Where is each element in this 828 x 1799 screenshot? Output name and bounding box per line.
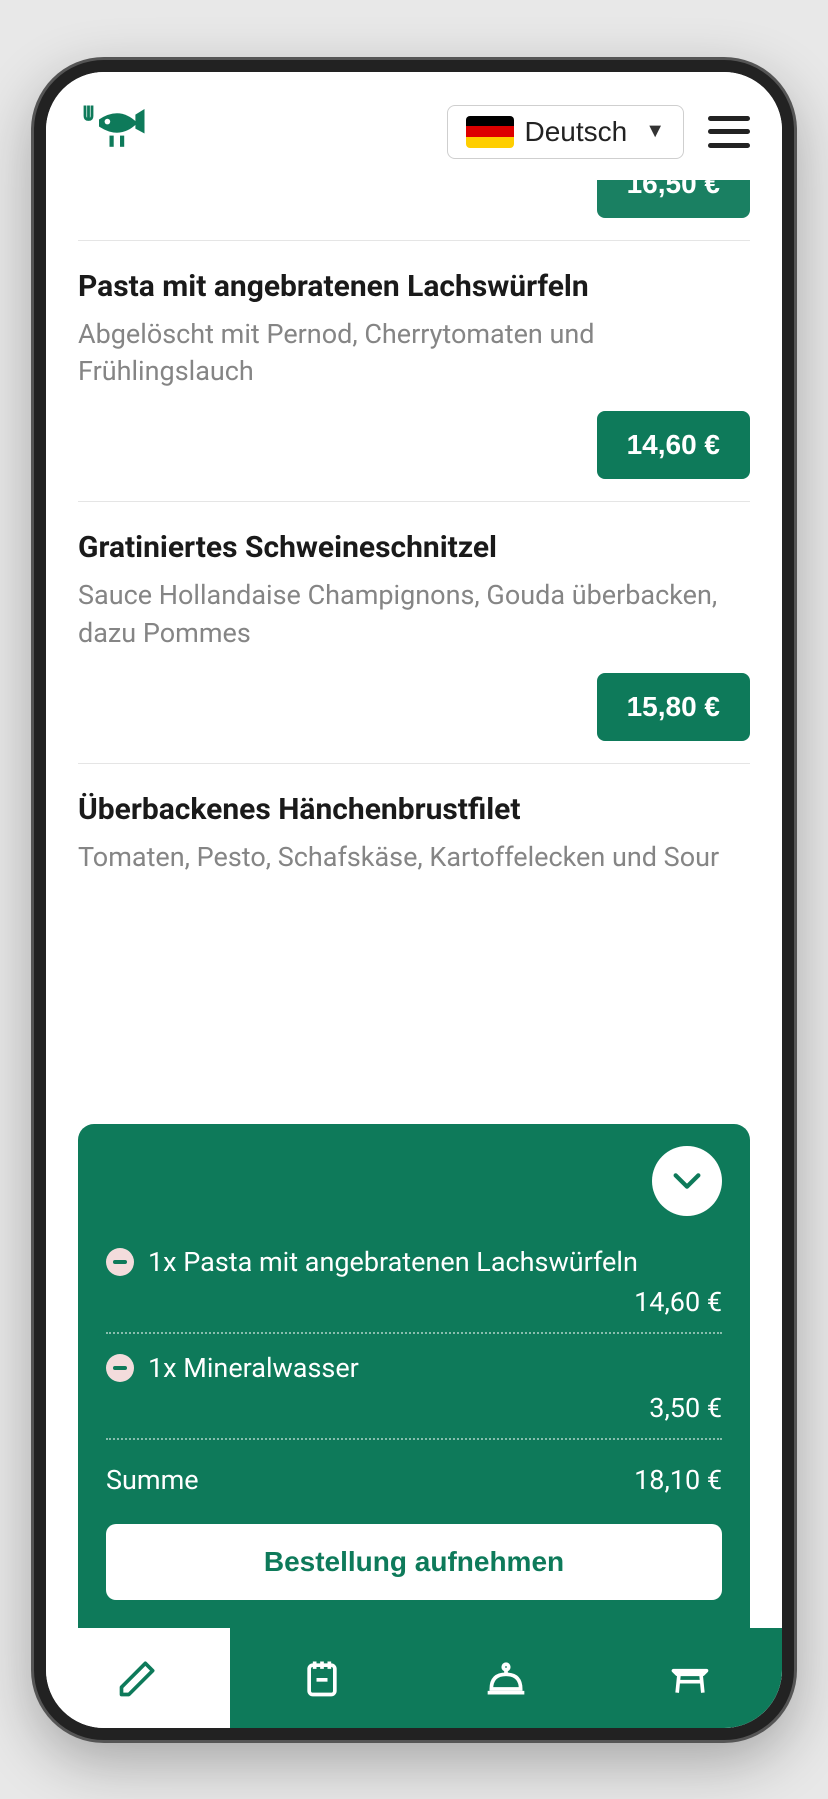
price-button-partial[interactable]: 16,50 € xyxy=(597,180,750,218)
cart-line: 1x Mineralwasser 3,50 € xyxy=(106,1352,722,1440)
cart-total-value: 18,10 € xyxy=(634,1464,722,1496)
app-logo xyxy=(78,100,148,164)
nav-edit[interactable] xyxy=(46,1628,230,1728)
menu-item-desc: Sauce Hollandaise Champignons, Gouda übe… xyxy=(78,577,750,653)
nav-service[interactable] xyxy=(414,1628,598,1728)
cart-collapse-button[interactable] xyxy=(652,1146,722,1216)
chevron-down-icon xyxy=(670,1164,704,1198)
menu-item-title: Überbackenes Hänchenbrustfilet xyxy=(78,792,750,827)
price-button[interactable]: 15,80 € xyxy=(597,673,750,741)
menu-item: Überbackenes Hänchenbrustfilet Tomaten, … xyxy=(78,764,750,919)
cart-panel: 1x Pasta mit angebratenen Lachswürfeln 1… xyxy=(78,1124,750,1628)
remove-item-button[interactable] xyxy=(106,1354,134,1382)
remove-item-button[interactable] xyxy=(106,1248,134,1276)
language-selector[interactable]: Deutsch ▼ xyxy=(447,105,684,159)
header-right: Deutsch ▼ xyxy=(447,105,750,159)
nav-notes[interactable] xyxy=(230,1628,414,1728)
cart-total-row: Summe 18,10 € xyxy=(106,1464,722,1496)
menu-list: 16,50 € Pasta mit angebratenen Lachswürf… xyxy=(46,180,782,919)
cart-lines: 1x Pasta mit angebratenen Lachswürfeln 1… xyxy=(106,1246,722,1440)
notepad-icon xyxy=(300,1656,344,1700)
menu-item-partial: 16,50 € xyxy=(78,180,750,241)
order-button[interactable]: Bestellung aufnehmen xyxy=(106,1524,722,1600)
cart-line: 1x Pasta mit angebratenen Lachswürfeln 1… xyxy=(106,1246,722,1334)
bottom-nav xyxy=(46,1628,782,1728)
chevron-down-icon: ▼ xyxy=(645,120,665,143)
cart-line-label: 1x Mineralwasser xyxy=(148,1352,359,1384)
content-area: 16,50 € Pasta mit angebratenen Lachswürf… xyxy=(46,180,782,1628)
menu-item: Gratiniertes Schweineschnitzel Sauce Hol… xyxy=(78,502,750,764)
language-label: Deutsch xyxy=(524,116,627,148)
table-icon xyxy=(668,1656,712,1700)
price-button[interactable]: 14,60 € xyxy=(597,411,750,479)
menu-icon[interactable] xyxy=(708,116,750,148)
header: Deutsch ▼ xyxy=(46,72,782,180)
german-flag-icon xyxy=(466,116,514,148)
cart-line-label: 1x Pasta mit angebratenen Lachswürfeln xyxy=(148,1246,638,1278)
pencil-icon xyxy=(116,1656,160,1700)
nav-table[interactable] xyxy=(598,1628,782,1728)
cart-line-price: 3,50 € xyxy=(106,1392,722,1424)
menu-item-desc: Abgelöscht mit Pernod, Cherrytomaten und… xyxy=(78,316,750,392)
cart-total-label: Summe xyxy=(106,1464,199,1496)
cart-line-price: 14,60 € xyxy=(106,1286,722,1318)
menu-item: Pasta mit angebratenen Lachswürfeln Abge… xyxy=(78,241,750,503)
menu-item-title: Gratiniertes Schweineschnitzel xyxy=(78,530,750,565)
phone-frame: Deutsch ▼ 16,50 € Pasta mit angebratenen… xyxy=(34,60,794,1740)
menu-item-desc: Tomaten, Pesto, Schafskäse, Kartoffeleck… xyxy=(78,839,750,877)
bell-icon xyxy=(484,1656,528,1700)
menu-item-title: Pasta mit angebratenen Lachswürfeln xyxy=(78,269,750,304)
